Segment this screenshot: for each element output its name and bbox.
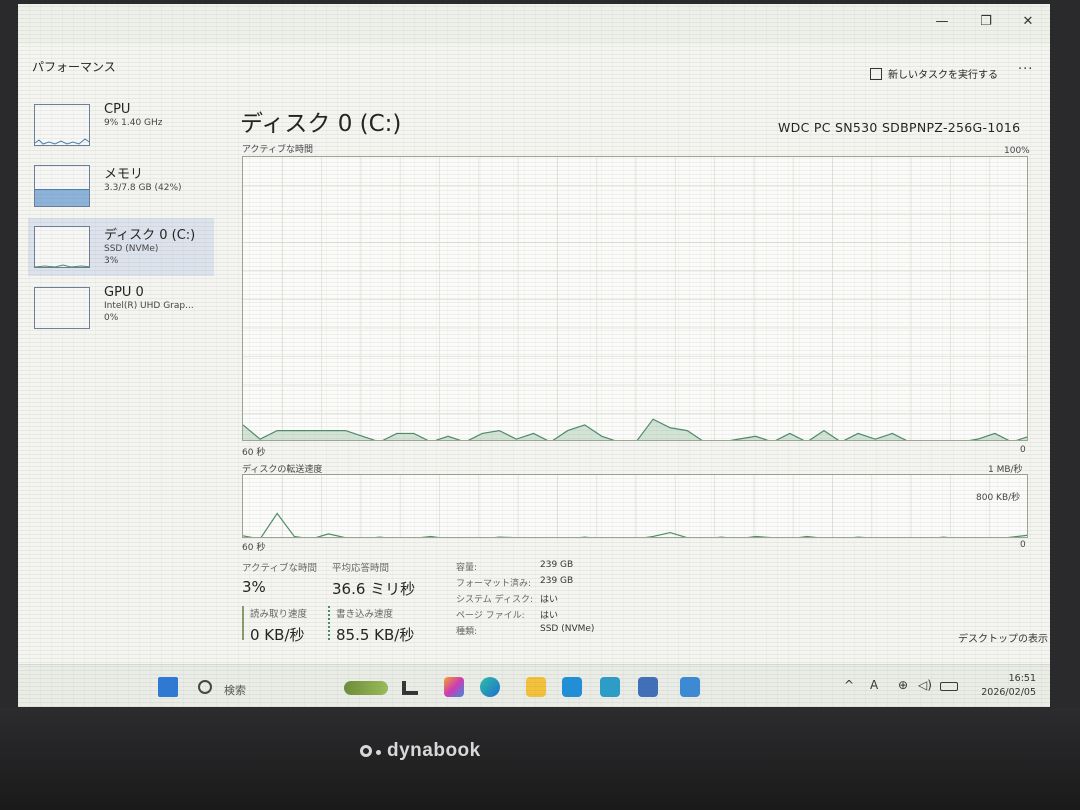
memory-mini-graph <box>34 165 90 207</box>
copilot-icon[interactable] <box>444 677 464 697</box>
capacity-label: 容量: <box>456 563 478 573</box>
run-task-label: 新しいタスクを実行する <box>888 70 998 81</box>
transfer-chart <box>243 475 1027 537</box>
taskbar: 検索 ^ A ⊕ ◁) 16:51 2026/02/05 <box>18 664 1050 707</box>
sidebar-item-label: ディスク 0 (C:) <box>104 228 196 243</box>
title-bar: — ❐ ✕ <box>18 4 1050 44</box>
active-time-right-label: 0 <box>1020 445 1026 455</box>
sidebar-item-detail: Intel(R) UHD Grap... <box>104 301 194 311</box>
screen: — ❐ ✕ パフォーマンス 新しいタスクを実行する ··· CPU 9% 1.4… <box>18 4 1050 707</box>
write-speed-marker <box>328 606 330 640</box>
clock-date: 2026/02/05 <box>981 687 1036 698</box>
minimize-button[interactable]: — <box>930 12 954 32</box>
sidebar-item-memory[interactable]: メモリ 3.3/7.8 GB (42%) <box>28 157 214 215</box>
page-file-value: はい <box>540 611 559 621</box>
formatted-label: フォーマット済み: <box>456 579 532 589</box>
store-icon[interactable] <box>562 677 582 697</box>
explorer-icon[interactable] <box>526 677 546 697</box>
sidebar-item-detail: 9% 1.40 GHz <box>104 118 163 128</box>
sidebar-item-disk[interactable]: ディスク 0 (C:) SSD (NVMe) 3% <box>28 218 214 276</box>
transfer-graph <box>242 474 1028 538</box>
active-time-left-label: 60 秒 <box>242 448 266 458</box>
ime-indicator[interactable]: A <box>870 678 878 692</box>
laptop-bottom-bezel: dynabook <box>0 708 1080 810</box>
disk-mini-graph <box>34 226 90 268</box>
active-time-graph-label: アクティブな時間 <box>242 145 314 155</box>
sidebar-item-cpu[interactable]: CPU 9% 1.40 GHz <box>28 96 214 154</box>
widgets-icon[interactable] <box>344 681 388 695</box>
sidebar-item-detail: SSD (NVMe) <box>104 244 159 254</box>
sidebar-item-value: 0% <box>104 313 119 323</box>
close-button[interactable]: ✕ <box>1016 12 1040 32</box>
network-icon[interactable]: ⊕ <box>898 678 908 692</box>
type-value: SSD (NVMe) <box>540 624 595 634</box>
read-speed-value: 0 KB/秒 <box>250 626 305 644</box>
sidebar: CPU 9% 1.40 GHz メモリ 3.3/7.8 GB (42%) ディス… <box>28 96 214 340</box>
sidebar-item-label: CPU <box>104 102 131 117</box>
clock[interactable]: 16:51 2026/02/05 <box>970 672 1036 700</box>
cpu-mini-graph <box>34 104 90 146</box>
more-options-button[interactable]: ··· <box>1018 62 1033 77</box>
avg-response-value: 36.6 ミリ秒 <box>332 580 416 598</box>
restore-button[interactable]: ❐ <box>974 12 998 32</box>
write-speed-label: 書き込み速度 <box>336 609 394 620</box>
search-icon[interactable] <box>198 680 212 694</box>
search-box[interactable]: 検索 <box>224 682 246 698</box>
active-time-stat-value: 3% <box>242 578 266 596</box>
task-view-icon[interactable] <box>402 681 418 695</box>
transfer-left-label: 60 秒 <box>242 543 266 553</box>
read-speed-label: 読み取り速度 <box>250 609 308 620</box>
section-title: パフォーマンス <box>32 60 116 74</box>
sidebar-item-gpu[interactable]: GPU 0 Intel(R) UHD Grap... 0% <box>28 279 214 337</box>
type-label: 種類: <box>456 627 478 637</box>
read-speed-marker <box>242 606 244 640</box>
formatted-value: 239 GB <box>540 576 574 586</box>
transfer-secondary-label: 800 KB/秒 <box>976 493 1021 503</box>
active-time-graph <box>242 156 1028 441</box>
outlook-icon[interactable] <box>600 677 620 697</box>
avg-response-label: 平均応答時間 <box>332 563 390 574</box>
gpu-mini-graph <box>34 287 90 329</box>
teams-icon[interactable] <box>638 677 658 697</box>
active-time-max-label: 100% <box>1004 146 1030 156</box>
sidebar-item-label: GPU 0 <box>104 285 144 300</box>
show-desktop-link[interactable]: デスクトップの表示 <box>958 630 1048 645</box>
active-time-stat-label: アクティブな時間 <box>242 563 317 574</box>
start-icon[interactable] <box>158 677 178 697</box>
system-disk-label: システム ディスク: <box>456 595 533 605</box>
disk-model: WDC PC SN530 SDBPNPZ-256G-1016 <box>778 120 1021 135</box>
write-speed-value: 85.5 KB/秒 <box>336 626 415 644</box>
sidebar-item-detail: 3.3/7.8 GB (42%) <box>104 183 182 193</box>
run-new-task-button[interactable]: 新しいタスクを実行する <box>870 66 998 81</box>
clock-time: 16:51 <box>1008 673 1036 684</box>
system-disk-value: はい <box>540 595 559 605</box>
task-manager-icon[interactable] <box>680 677 700 697</box>
sidebar-item-value: 3% <box>104 256 119 266</box>
brand-text: dynabook <box>387 740 481 761</box>
volume-icon[interactable]: ◁) <box>918 678 932 692</box>
battery-icon[interactable] <box>940 682 958 691</box>
page-file-label: ページ ファイル: <box>456 611 525 621</box>
chevron-up-icon[interactable]: ^ <box>844 678 854 692</box>
brand-logo: dynabook <box>360 740 481 762</box>
active-time-chart <box>243 157 1027 440</box>
run-task-icon <box>870 67 882 80</box>
capacity-value: 239 GB <box>540 560 574 570</box>
sidebar-item-label: メモリ <box>104 167 144 182</box>
page-title: ディスク 0 (C:) <box>240 111 402 137</box>
memory-fill <box>35 189 89 206</box>
edge-icon[interactable] <box>480 677 500 697</box>
transfer-right-label: 0 <box>1020 540 1026 550</box>
